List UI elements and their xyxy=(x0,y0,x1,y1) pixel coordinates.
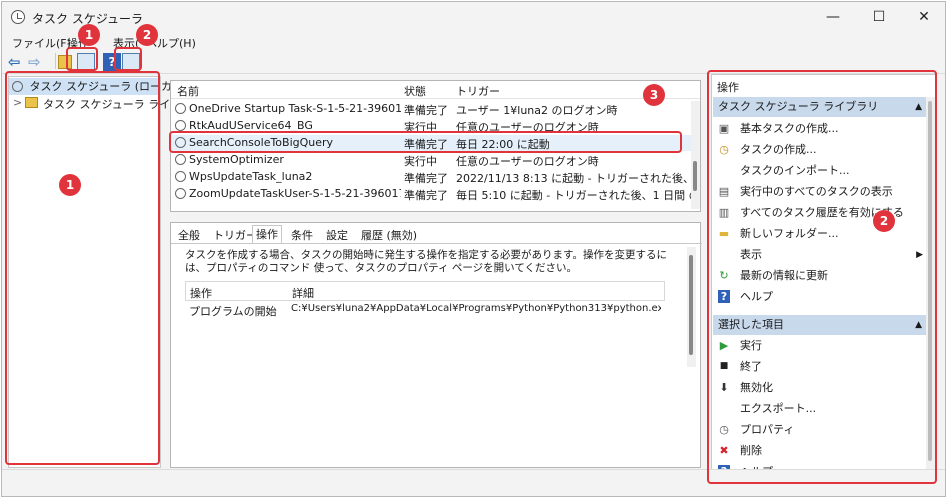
annotation-box-left-pane xyxy=(5,71,160,465)
scrollbar-thumb[interactable] xyxy=(689,255,693,355)
detail-scrollbar[interactable] xyxy=(687,247,696,367)
clock-app-icon xyxy=(11,10,25,24)
annotation-badge: 1 xyxy=(59,174,81,196)
tab-actions[interactable]: 操作 xyxy=(252,225,282,244)
task-name: OneDrive Startup Task-S-1-5-21-396017623… xyxy=(189,102,401,115)
task-status: 実行中 xyxy=(404,155,437,168)
clock-icon xyxy=(175,171,186,182)
task-status: 準備完了 xyxy=(404,104,448,117)
annotation-box-actions-pane xyxy=(707,70,937,484)
task-name: WpsUpdateTask_luna2 xyxy=(189,170,313,183)
task-status: 準備完了 xyxy=(404,172,448,185)
tab-conditions[interactable]: 条件 xyxy=(291,227,313,243)
task-detail-panel: 全般 トリガー 操作 条件 設定 履歴 (無効) タスクを作成する場合、タスクの… xyxy=(170,222,702,468)
task-status: 準備完了 xyxy=(404,189,448,202)
task-list-scrollbar[interactable] xyxy=(691,101,700,209)
table-row[interactable]: WpsUpdateTask_luna2 準備完了 2022/11/13 8:13… xyxy=(171,169,696,185)
table-row[interactable]: SystemOptimizer 実行中 任意のユーザーのログオン時 xyxy=(171,152,691,168)
clock-icon xyxy=(175,120,186,131)
toolbar-separator xyxy=(55,53,56,69)
annotation-box-toolbar-2 xyxy=(114,47,142,71)
clock-icon xyxy=(175,188,186,199)
tab-divider xyxy=(171,243,702,244)
task-name: ZoomUpdateTaskUser-S-1-5-21-3960176232..… xyxy=(189,187,401,200)
annotation-badge: 3 xyxy=(643,84,665,106)
table-row[interactable]: OneDrive Startup Task-S-1-5-21-396017623… xyxy=(171,101,691,117)
back-arrow-icon[interactable]: ⇦ xyxy=(8,53,26,71)
action-detail: C:¥Users¥luna2¥AppData¥Local¥Programs¥Py… xyxy=(291,303,661,314)
tab-settings[interactable]: 設定 xyxy=(326,227,348,243)
tab-general[interactable]: 全般 xyxy=(178,227,200,243)
scrollbar-thumb[interactable] xyxy=(693,161,697,191)
annotation-box-toolbar-1 xyxy=(66,47,98,71)
column-header-trigger[interactable]: トリガー xyxy=(456,83,500,99)
annotation-badge: 1 xyxy=(78,24,100,46)
tab-triggers[interactable]: トリガー xyxy=(213,227,257,243)
annotation-box-selected-task xyxy=(169,131,682,153)
task-name: SystemOptimizer xyxy=(189,153,284,166)
close-button[interactable]: ✕ xyxy=(901,2,945,32)
action-type: プログラムの開始 xyxy=(189,305,277,318)
task-trigger: 任意のユーザーのログオン時 xyxy=(456,155,599,168)
task-trigger: 2022/11/13 8:13 に起動 - トリガーされた後、1 時間 ごと xyxy=(456,172,696,185)
column-header-status[interactable]: 状態 xyxy=(404,83,426,99)
action-description: タスクを作成する場合、タスクの開始時に発生する操作を指定する必要があります。操作… xyxy=(185,249,667,274)
task-trigger: ユーザー 1¥luna2 のログオン時 xyxy=(456,104,618,117)
minimize-button[interactable]: — xyxy=(810,2,856,32)
tab-history[interactable]: 履歴 (無効) xyxy=(361,227,417,243)
header-divider xyxy=(171,98,700,99)
clock-icon xyxy=(175,103,186,114)
menu-file[interactable]: ファイル(F) xyxy=(12,35,71,51)
task-trigger: 毎日 5:10 に起動 - トリガーされた後、1 日間 の間 12:00 xyxy=(456,189,696,202)
table-row[interactable]: ZoomUpdateTaskUser-S-1-5-21-3960176232..… xyxy=(171,186,696,202)
annotation-badge: 2 xyxy=(136,24,158,46)
maximize-button[interactable]: ☐ xyxy=(856,2,902,32)
column-header-name[interactable]: 名前 xyxy=(177,83,199,99)
table-row[interactable]: プログラムの開始 C:¥Users¥luna2¥AppData¥Local¥Pr… xyxy=(185,302,665,319)
annotation-badge: 2 xyxy=(873,210,895,232)
column-header-action[interactable]: 操作 xyxy=(190,285,212,301)
clock-icon xyxy=(175,154,186,165)
column-header-detail[interactable]: 詳細 xyxy=(292,285,314,301)
actions-table-header: 操作 詳細 xyxy=(185,281,665,301)
forward-arrow-icon[interactable]: ⇨ xyxy=(28,53,46,71)
